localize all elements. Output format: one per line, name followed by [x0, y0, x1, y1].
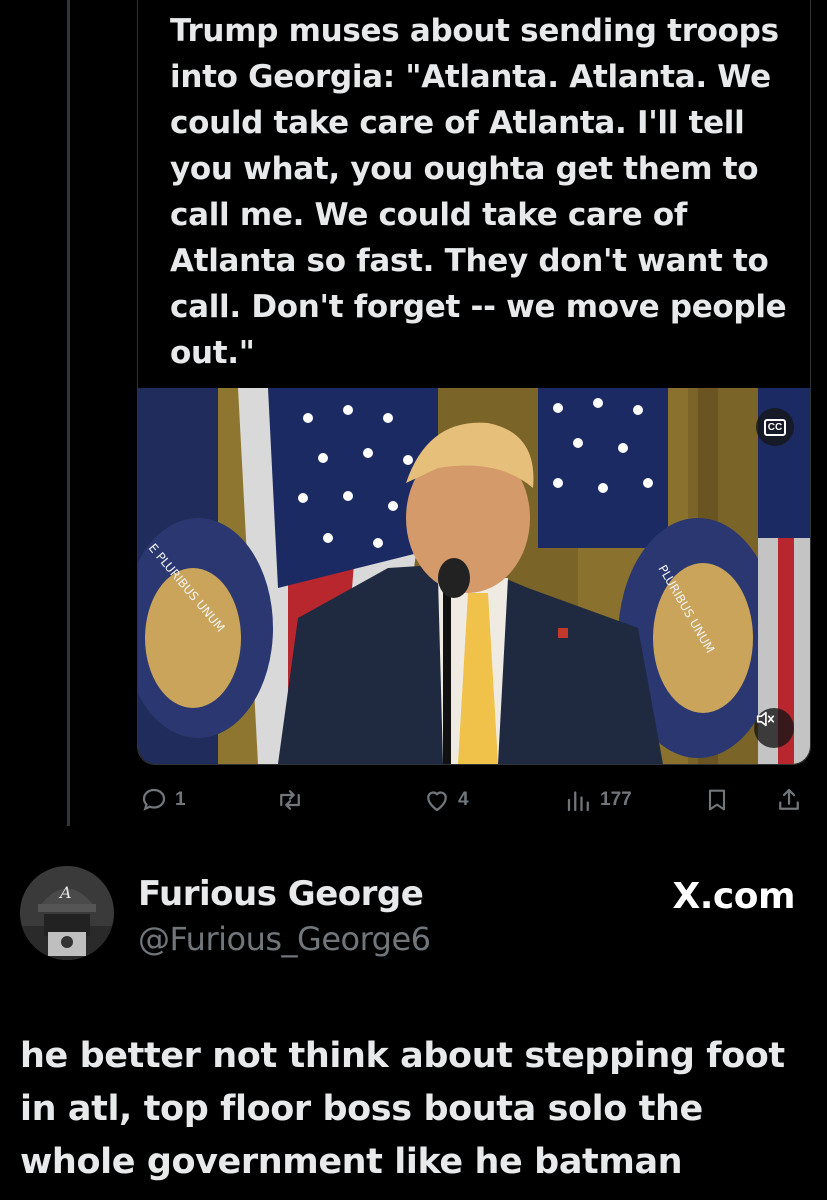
user-avatar: A	[20, 866, 114, 960]
views-button[interactable]: 177	[564, 778, 632, 822]
reply-button[interactable]: 1	[139, 778, 186, 822]
video-frame: E PLURIBUS UNUM PLURIBUS UNUM	[138, 388, 810, 764]
brand-watermark: X.com	[672, 876, 795, 917]
closed-captions-button[interactable]: CC	[756, 408, 794, 446]
svg-text:A: A	[58, 883, 72, 902]
volume-muted-icon	[756, 711, 775, 727]
reply-icon	[142, 788, 166, 811]
bookmark-button[interactable]	[703, 778, 731, 822]
repost-button[interactable]	[274, 778, 312, 822]
views-icon	[567, 791, 589, 812]
quoted-post-text: Trump muses about sending troops into Ge…	[170, 13, 787, 371]
like-count: 4	[458, 789, 469, 810]
avatar[interactable]: A	[20, 866, 114, 960]
post-action-bar: 1 4 177	[0, 778, 827, 822]
author-handle[interactable]: @Furious_George6	[138, 920, 431, 958]
views-count: 177	[600, 789, 632, 810]
like-button[interactable]: 4	[422, 778, 469, 822]
bookmark-icon	[708, 789, 726, 811]
repost-icon	[280, 790, 300, 810]
share-button[interactable]	[774, 778, 804, 822]
author-name[interactable]: Furious George	[138, 874, 424, 914]
reply-author-header: A Furious George @Furious_George6 X.com	[0, 860, 827, 970]
reply-count: 1	[175, 789, 186, 810]
heart-icon	[427, 791, 447, 812]
video-player[interactable]: E PLURIBUS UNUM PLURIBUS UNUM CC	[138, 388, 810, 764]
reply-text: he better not think about stepping foot …	[20, 1036, 785, 1182]
thread-connector-line	[67, 0, 70, 826]
mute-button[interactable]	[754, 708, 794, 748]
closed-captions-icon: CC	[763, 418, 787, 436]
quoted-post-card[interactable]: Trump muses about sending troops into Ge…	[137, 0, 811, 765]
share-icon	[779, 788, 799, 810]
